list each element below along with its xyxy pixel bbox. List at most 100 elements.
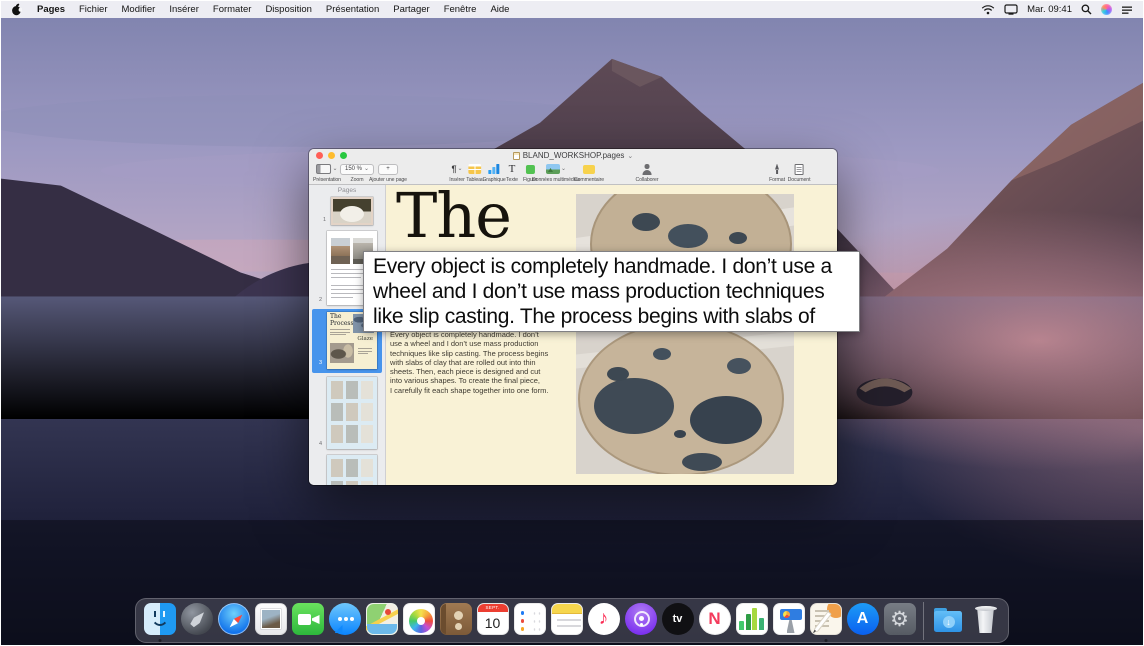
dock-item-tv[interactable]: tv (659, 602, 696, 641)
format-button[interactable]: Format (769, 163, 785, 183)
menu-aide[interactable]: Aide (483, 4, 516, 15)
display-mirroring-icon[interactable] (1004, 4, 1018, 15)
news-icon: N (698, 602, 732, 636)
page-thumbnail-4[interactable] (327, 377, 377, 449)
trash-icon (968, 602, 1002, 636)
menu-disposition[interactable]: Disposition (258, 4, 318, 15)
system-preferences-icon: ⚙ (883, 602, 917, 636)
text-button[interactable]: T Texte (506, 163, 518, 183)
page-thumbnail-5[interactable] (327, 455, 377, 485)
notes-icon (550, 602, 584, 636)
dock-item-maps[interactable] (363, 602, 400, 641)
dock-item-pages[interactable] (807, 602, 844, 641)
chart-icon (487, 164, 500, 174)
dock-item-app-store[interactable]: A (844, 602, 881, 641)
comment-icon (583, 165, 595, 174)
menu-fichier[interactable]: Fichier (72, 4, 115, 15)
dock-item-news[interactable]: N (696, 602, 733, 641)
dock-item-notes[interactable] (548, 602, 585, 641)
pages-app-icon (809, 602, 843, 636)
table-button[interactable]: Tableau (466, 163, 483, 183)
dock-item-calendar[interactable]: SEPT.10 (474, 602, 511, 641)
window-titlebar[interactable]: BLAND_WORKSHOP.pages ⌄ (309, 149, 837, 162)
running-indicator (158, 639, 161, 642)
zoom-window-button[interactable] (340, 152, 347, 159)
app-store-icon: A (846, 602, 880, 636)
dock-item-numbers[interactable] (733, 602, 770, 641)
running-indicator (824, 639, 827, 642)
menu-modifier[interactable]: Modifier (115, 4, 163, 15)
pages-sidebar: Pages 1 2 3 The Process (309, 185, 386, 485)
menu-pages[interactable]: Pages (30, 4, 72, 15)
menu-bar-clock[interactable]: Mar. 09:41 (1027, 4, 1072, 15)
menu-formater[interactable]: Formater (206, 4, 259, 15)
dock-separator (923, 602, 924, 640)
spotlight-search-icon[interactable] (1081, 4, 1092, 15)
dock-item-reminders[interactable] (511, 602, 548, 641)
siri-icon[interactable] (1101, 4, 1112, 15)
dock-item-facetime[interactable] (289, 602, 326, 641)
view-icon (316, 164, 331, 174)
window-content: Pages 1 2 3 The Process (309, 185, 837, 485)
messages-icon (328, 602, 362, 636)
view-button[interactable]: ⌄ Présentation (313, 163, 341, 183)
menu-inserer[interactable]: Insérer (162, 4, 206, 15)
dock-item-keynote[interactable] (770, 602, 807, 641)
zoom-value: 150 % (345, 166, 362, 172)
minimize-button[interactable] (328, 152, 335, 159)
sidebar-header: Pages (309, 187, 385, 194)
maps-icon (365, 602, 399, 636)
dock-item-finder[interactable] (141, 602, 178, 641)
menu-presentation[interactable]: Présentation (319, 4, 386, 15)
podcasts-icon (624, 602, 658, 636)
wifi-icon[interactable] (981, 4, 995, 15)
dock-item-messages[interactable] (326, 602, 363, 641)
chart-button[interactable]: Graphique (482, 163, 505, 183)
hover-text-line: wheel and I don’t use mass production te… (373, 279, 850, 304)
close-button[interactable] (316, 152, 323, 159)
page-number-4: 4 (319, 441, 322, 447)
hover-text-line: Every object is completely handmade. I d… (373, 254, 850, 279)
document-proxy-icon (513, 152, 520, 160)
page-number-3: 3 (319, 360, 322, 366)
dock: SEPT.10 ♪ tv N A (135, 598, 1009, 643)
add-page-button[interactable]: + Ajouter une page (369, 163, 407, 183)
dock-item-downloads[interactable]: ↓ (929, 602, 966, 641)
dock-item-music[interactable]: ♪ (585, 602, 622, 641)
dock-item-launchpad[interactable] (178, 602, 215, 641)
document-canvas[interactable]: The (386, 185, 837, 485)
calendar-month: SEPT. (478, 604, 508, 612)
plus-icon: + (378, 164, 398, 175)
page-thumbnail-1[interactable] (331, 197, 373, 225)
collaborate-icon (642, 164, 653, 175)
dock-item-photos[interactable] (400, 602, 437, 641)
apple-tv-icon: tv (661, 602, 695, 636)
calendar-day: 10 (478, 612, 508, 634)
collaborate-button[interactable]: Collaborer (636, 163, 659, 183)
dock-item-podcasts[interactable] (622, 602, 659, 641)
dock-item-safari[interactable] (215, 602, 252, 641)
document-settings-button[interactable]: Document (788, 163, 811, 183)
music-icon: ♪ (587, 602, 621, 636)
document-headline: The (396, 185, 511, 252)
document-body-text: Every object is completely handmade. I d… (390, 330, 580, 395)
menu-partager[interactable]: Partager (386, 4, 436, 15)
dock-item-trash[interactable] (966, 602, 1003, 641)
text-icon: T (509, 164, 516, 175)
apple-menu[interactable] (11, 3, 30, 16)
dock-item-system-preferences[interactable]: ⚙ (881, 602, 918, 641)
dock-item-contacts[interactable] (437, 602, 474, 641)
hover-text-line: like slip casting. The process begins wi… (373, 304, 850, 329)
notification-center-icon[interactable] (1121, 5, 1133, 15)
apple-logo-icon (11, 3, 22, 16)
media-icon (546, 164, 560, 174)
menu-fenetre[interactable]: Fenêtre (437, 4, 484, 15)
media-button[interactable]: ⌄ Données multimédias (532, 163, 580, 183)
page-number-2: 2 (319, 297, 322, 303)
menu-bar: Pages Fichier Modifier Insérer Formater … (1, 1, 1143, 18)
dock-item-mail[interactable] (252, 602, 289, 641)
comment-button[interactable]: Commentaire (574, 163, 604, 183)
title-chevron-icon[interactable]: ⌄ (627, 152, 633, 160)
insert-button[interactable]: ¶⌄ Insérer (449, 163, 464, 183)
mail-icon (254, 602, 288, 636)
